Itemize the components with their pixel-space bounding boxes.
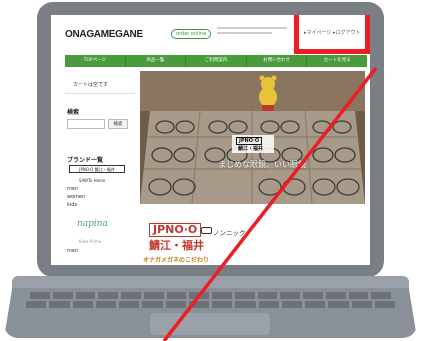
red-arrow-line — [162, 66, 378, 341]
